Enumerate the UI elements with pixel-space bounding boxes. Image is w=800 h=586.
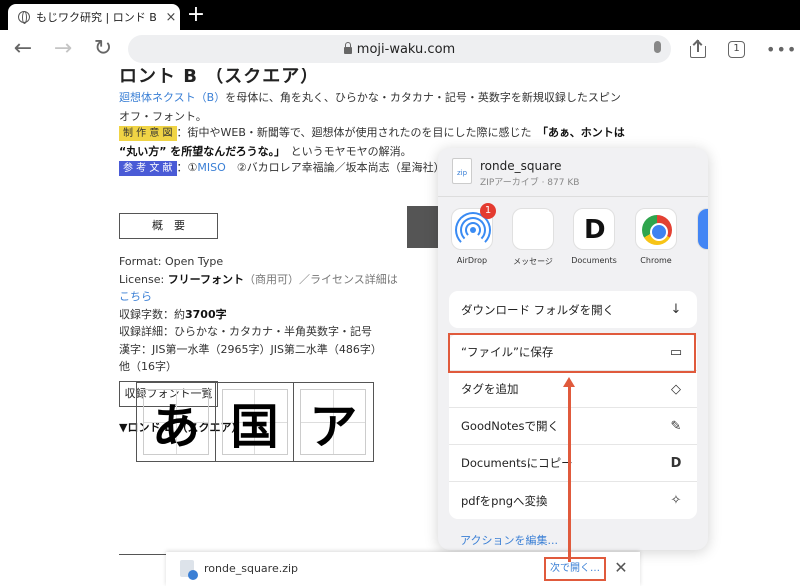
chrome-app[interactable]: Chrome <box>628 208 684 265</box>
action-label: ダウンロード フォルダを開く <box>461 302 615 317</box>
intent-tag: 制 作 意 図 <box>119 126 177 141</box>
count-value: 3700字 <box>185 307 227 321</box>
intent-bold: 「あぁ、ホントは <box>542 126 625 139</box>
documents-d-icon: D <box>670 455 682 471</box>
reload-icon[interactable]: ↻ <box>90 36 116 62</box>
format-text: Format: Open Type <box>119 255 224 268</box>
glyph: ア <box>300 389 367 455</box>
more-apps-app[interactable] <box>690 208 708 250</box>
action-label: GoodNotesで開く <box>461 419 559 433</box>
tab-strip: もじワク研究 | ロンド B （スクエア） × + <box>0 0 800 30</box>
close-download-icon[interactable]: ✕ <box>611 558 631 577</box>
tab-count-button[interactable]: 1 <box>728 41 745 58</box>
count-label: 収録字数：約 <box>119 307 185 321</box>
license-line: License: フリーフォント（商用可）／ライセンス詳細は <box>119 271 398 289</box>
page-title: ロント B （スクエア） <box>119 68 320 87</box>
url-text: moji-waku.com <box>356 41 456 57</box>
sparkle-icon: ✧ <box>670 493 682 508</box>
file-name: ronde_square <box>480 159 562 173</box>
intro-link[interactable]: 廻想体ネクスト（B） <box>119 91 225 104</box>
glyph: あ <box>143 389 209 455</box>
glyph-cell: 国 <box>216 383 295 461</box>
documents-app[interactable]: D Documents <box>566 208 622 265</box>
share-icon[interactable] <box>690 39 706 58</box>
edit-actions-link[interactable]: アクションを編集... <box>460 532 558 548</box>
documents-icon: D <box>573 208 615 250</box>
divider <box>119 554 167 555</box>
chrome-icon <box>635 208 677 250</box>
font-info: Format: Open Type License: フリーフォント（商用可）／… <box>119 253 398 376</box>
tag-icon: ◇ <box>671 381 681 397</box>
share-sheet-header: zip ronde_square ZIPアーカイブ · 877 KB <box>438 148 708 196</box>
file-meta: ZIPアーカイブ · 877 KB <box>480 178 580 188</box>
license-label: License: <box>119 272 168 286</box>
download-icon: ↓ <box>670 302 682 317</box>
intro-text: を母体に、角を丸く、ひらかな・カタカナ・記号・英数字を新規収録したスピン <box>225 91 621 104</box>
pdf-to-png-action[interactable]: pdfをpngへ変換 ✧ <box>449 482 697 519</box>
count-line: 収録字数：約3700字 <box>119 306 398 324</box>
zip-file-icon: zip <box>452 158 472 184</box>
airdrop-app[interactable]: 1 AirDrop <box>444 203 500 265</box>
tab-title: もじワク研究 | ロンド B （スクエア） <box>36 11 162 24</box>
forward-arrow-icon[interactable]: → <box>50 36 76 62</box>
download-filename: ronde_square.zip <box>204 562 299 575</box>
close-tab-icon[interactable]: × <box>162 10 180 25</box>
open-in-goodnotes-action[interactable]: GoodNotesで開く ✎ <box>449 408 697 445</box>
lock-icon <box>343 41 352 54</box>
reference-text: ②バカロレア幸福論／坂本尚志（星海社） <box>225 161 445 174</box>
other-text: 他（16字） <box>119 360 177 373</box>
action-label: Documentsにコピー <box>461 456 573 470</box>
glyph-samples: あ 国 ア <box>136 382 374 462</box>
glyph-cell: ア <box>294 383 373 461</box>
annotation-arrow <box>563 377 575 562</box>
action-group-download: ダウンロード フォルダを開く ↓ <box>449 291 697 328</box>
glyph-cell: あ <box>137 383 216 461</box>
app-label: メッセージ <box>513 257 553 266</box>
intro-text-line2: オフ・フォント。 <box>119 110 207 123</box>
file-icon <box>180 560 198 580</box>
app-label: Chrome <box>640 256 672 265</box>
globe-icon <box>18 11 30 24</box>
image-placeholder <box>407 206 439 248</box>
open-downloads-action[interactable]: ダウンロード フォルダを開く ↓ <box>449 291 697 328</box>
airdrop-icon: 1 <box>451 203 496 250</box>
browser-tab[interactable]: もじワク研究 | ロンド B （スクエア） × <box>8 4 180 30</box>
share-apps-row: 1 AirDrop メッセージ D Documents Chrome <box>438 203 708 278</box>
address-bar[interactable]: moji-waku.com <box>128 35 671 63</box>
notification-badge: 1 <box>480 203 496 219</box>
microphone-icon[interactable] <box>654 41 661 53</box>
overview-button[interactable]: 概 要 <box>119 213 218 239</box>
reference-link[interactable]: MISO <box>197 161 225 174</box>
app-label: Documents <box>571 256 617 265</box>
detail-text: 収録詳細：ひらかな・カタカナ・半角英数字・記号 <box>119 325 372 338</box>
reference-paragraph: 参 考 文 献：①MISO ②バカロレア幸福論／坂本尚志（星海社） <box>119 158 445 177</box>
intro-paragraph: 廻想体ネクスト（B）を母体に、角を丸く、ひらかな・カタカナ・記号・英数字を新規収… <box>119 88 621 126</box>
action-label: pdfをpngへ変換 <box>461 493 548 508</box>
checkmark-icon <box>188 570 198 580</box>
copy-to-documents-action[interactable]: Documentsにコピー D <box>449 445 697 482</box>
license-link[interactable]: こちら <box>119 288 398 306</box>
new-tab-button[interactable]: + <box>186 2 206 28</box>
back-arrow-icon[interactable]: ← <box>10 36 36 62</box>
messages-icon <box>512 208 554 250</box>
intent-text: ：街中やWEB・新聞等で、廻想体が使用されたのを目にした際に感じた <box>176 126 543 139</box>
kanji-text: 漢字：JIS第一水準（2965字）JIS第二水準（486字） <box>119 342 382 356</box>
messages-app[interactable]: メッセージ <box>505 208 561 267</box>
intent-bold-line2: “丸い方” を所望なんだろうな。」 <box>119 145 280 158</box>
browser-toolbar: ← → ↻ moji-waku.com 1 ••• <box>0 30 800 68</box>
annotation-highlight-box <box>448 333 696 373</box>
intent-text-line2: というモヤモヤの解消。 <box>279 145 412 158</box>
app-label: AirDrop <box>456 256 488 265</box>
glyph: 国 <box>221 389 288 455</box>
open-in-button[interactable]: 次で開く… <box>544 557 606 581</box>
more-options-icon[interactable]: ••• <box>766 40 797 59</box>
reference-prefix: ：① <box>176 161 198 174</box>
app-icon <box>697 208 708 250</box>
reference-tag: 参 考 文 献 <box>119 161 177 176</box>
license-bold: フリーフォント <box>167 272 245 286</box>
goodnotes-icon: ✎ <box>670 418 682 434</box>
divider <box>438 196 708 197</box>
license-rest: （商用可）／ライセンス詳細は <box>244 272 398 286</box>
